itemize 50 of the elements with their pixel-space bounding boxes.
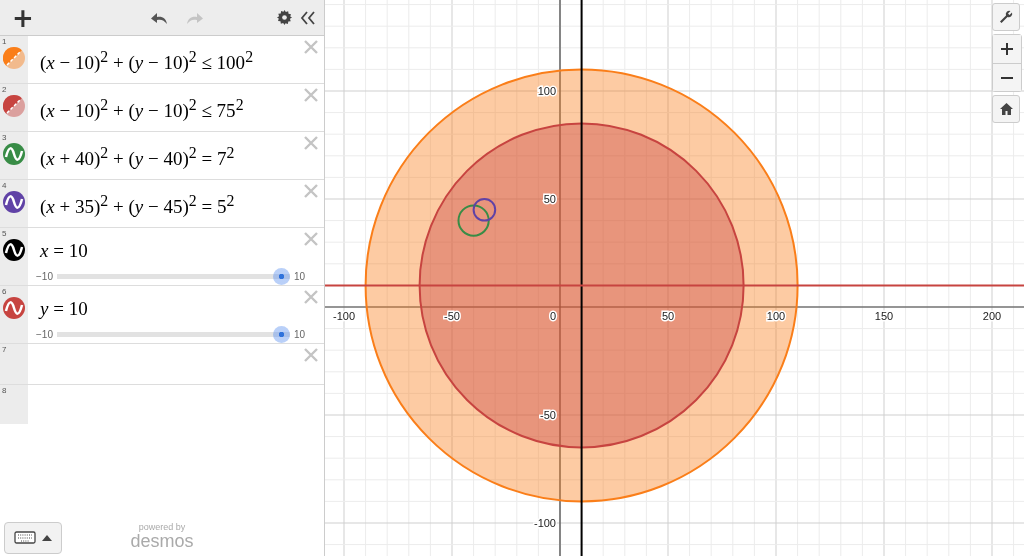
keyboard-button[interactable] — [4, 522, 62, 554]
settings-icon[interactable] — [277, 10, 292, 25]
axis-label: 50 — [543, 193, 556, 205]
curve-icon[interactable] — [3, 191, 25, 213]
circle-curve — [457, 204, 490, 237]
axis-label: -50 — [540, 409, 556, 421]
line-number: 2 — [2, 85, 7, 94]
axis-label: -100 — [333, 310, 355, 322]
axis-label: 50 — [661, 310, 675, 322]
home-icon — [999, 103, 1013, 115]
circle-curve — [472, 198, 497, 222]
slider-min: −10 — [36, 271, 53, 282]
line-number: 6 — [2, 287, 7, 296]
axis-label: 0 — [549, 310, 556, 322]
slider-max: 10 — [293, 271, 306, 282]
math-expression[interactable]: (x − 10)$^{2}$ + (y − 10)$^{2}$ ≤ 75$^{2}$ — [40, 96, 324, 123]
axis-label: 200 — [982, 310, 1002, 322]
line-number: 4 — [2, 181, 7, 190]
slider-thumb[interactable] — [272, 268, 290, 285]
slider-thumb[interactable] — [272, 326, 290, 343]
line-number: 3 — [2, 133, 7, 142]
add-item-button[interactable]: + — [8, 4, 38, 31]
line-number: 7 — [2, 345, 7, 354]
axis-label: 100 — [766, 310, 786, 322]
keyboard-icon — [14, 531, 36, 545]
axis-label: -50 — [444, 310, 460, 322]
line-number: 8 — [2, 386, 7, 395]
slider-min: −10 — [36, 329, 53, 340]
collapse-panel-icon[interactable] — [300, 10, 316, 25]
math-expression[interactable]: (x + 40)$^{2}$ + (y − 40)$^{2}$ = 7$^{2}$ — [40, 144, 324, 171]
math-expression[interactable]: x = 10 — [40, 240, 324, 262]
plus-icon — [1001, 43, 1013, 55]
slider-max: 10 — [293, 329, 306, 340]
axis-label: 100 — [537, 85, 556, 97]
math-expression[interactable]: (x + 35)$^{2}$ + (y − 45)$^{2}$ = 5$^{2}$ — [40, 192, 324, 219]
line-number: 5 — [2, 229, 7, 238]
zoom-out-button[interactable] — [993, 63, 1021, 91]
axis-label: -100 — [533, 517, 556, 529]
undo-icon[interactable] — [151, 10, 170, 25]
curve-icon[interactable] — [3, 239, 25, 261]
wrench-icon — [999, 10, 1013, 24]
axis-label: 150 — [874, 310, 894, 322]
math-expression[interactable]: y = 10 — [40, 298, 324, 320]
home-button[interactable] — [992, 95, 1020, 123]
math-expression[interactable]: (x − 10)$^{2}$ + (y − 10)$^{2}$ ≤ 100$^{2}$ — [40, 48, 324, 75]
shaded-region-icon[interactable] — [3, 95, 25, 117]
caret-icon — [42, 535, 52, 541]
wrench-button[interactable] — [992, 3, 1020, 31]
line-number: 1 — [2, 37, 7, 46]
powered-by-text: powered by — [138, 522, 186, 532]
